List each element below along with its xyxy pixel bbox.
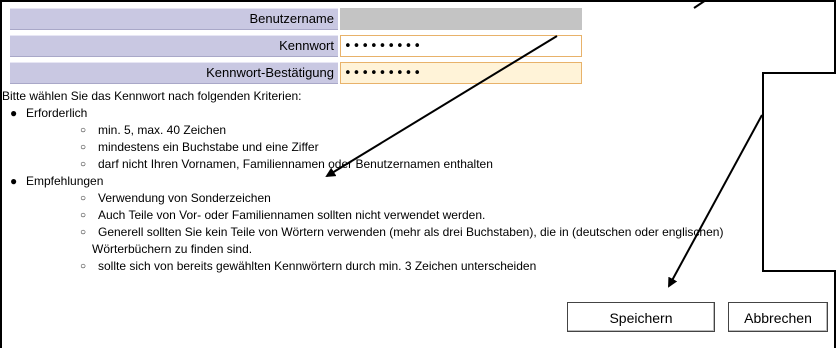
arrow-top-stub bbox=[693, 0, 707, 9]
arrow-to-criteria bbox=[325, 35, 558, 178]
annotation-arrows bbox=[325, 0, 763, 288]
arrow-to-save-button bbox=[668, 114, 763, 288]
